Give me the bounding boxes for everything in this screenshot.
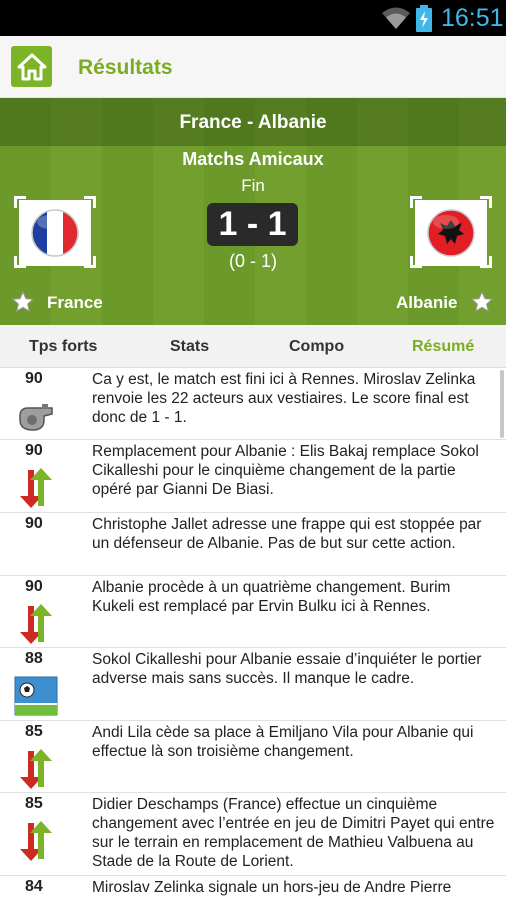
list-item[interactable]: 90 Ca y est, le match est fini ici à Ren… [0,368,506,440]
event-text: Andi Lila cède sa place à Emiljano Vila … [92,724,474,760]
clock: 16:51 [441,4,504,32]
event-text: Christophe Jallet adresse une frappe qui… [92,516,482,552]
away-team-name[interactable]: Albanie [396,293,457,313]
event-minute: 85 [25,723,43,740]
match-title: France - Albanie [179,112,327,133]
list-item[interactable]: 88 Sokol Cikalleshi pour Albanie essaie … [0,648,506,721]
event-minute: 90 [25,578,43,595]
tab-stats[interactable]: Stats [170,338,209,356]
home-button[interactable] [11,46,52,87]
event-text: Didier Deschamps (France) effectue un ci… [92,796,495,870]
event-minute: 90 [25,370,43,387]
page-title: Résultats [78,56,173,79]
list-item[interactable]: 85 Didier Deschamps (France) effectue un… [0,793,506,876]
event-minute: 90 [25,442,43,459]
event-text: Ca y est, le match est fini ici à Rennes… [92,371,476,426]
whistle-icon [19,404,53,431]
home-icon [17,53,46,80]
app-bar: Résultats [0,36,506,98]
event-text: Sokol Cikalleshi pour Albanie essaie d’i… [92,651,482,687]
match-header: France - Albanie Matchs Amicaux Fin 1 - … [0,98,506,325]
albania-flag-icon [427,209,475,257]
substitution-icon [20,821,52,861]
list-item[interactable]: 84 Miroslav Zelinka signale un hors-jeu … [0,876,506,900]
substitution-icon [20,604,52,644]
event-minute: 85 [25,795,43,812]
substitution-icon [20,749,52,789]
substitution-icon [20,468,52,508]
list-item[interactable]: 90 Christophe Jallet adresse une frappe … [0,513,506,576]
list-item[interactable]: 90 Remplacement pour Albanie : Elis Baka… [0,440,506,513]
home-team-flag[interactable] [14,196,96,268]
event-text: Remplacement pour Albanie : Elis Bakaj r… [92,443,479,498]
tab-resume[interactable]: Résumé [412,338,474,356]
score: 1 - 1 [207,203,298,246]
shot-icon [14,676,58,716]
event-minute: 88 [25,650,43,667]
scrollbar[interactable] [500,370,504,438]
wifi-icon [382,7,410,29]
favorite-star-icon[interactable] [11,290,35,314]
event-minute: 90 [25,515,43,532]
list-item[interactable]: 85 Andi Lila cède sa place à Emiljano Vi… [0,721,506,793]
away-team-flag[interactable] [410,196,492,268]
commentary-feed[interactable]: 90 Ca y est, le match est fini ici à Ren… [0,368,506,900]
list-item[interactable]: 90 Albanie procède à un quatrième change… [0,576,506,648]
battery-charging-icon [416,5,432,32]
tab-bar: Tps forts Stats Compo Résumé [0,325,506,368]
status-bar: 16:51 [0,0,506,36]
competition-name: Matchs Amicaux [182,149,324,169]
event-text: Albanie procède à un quatrième changemen… [92,579,451,615]
event-minute: 84 [25,878,43,895]
france-flag-icon [31,209,79,257]
home-team-name[interactable]: France [47,293,103,313]
tab-compo[interactable]: Compo [289,338,344,356]
event-text: Miroslav Zelinka signale un hors-jeu de … [92,879,452,896]
favorite-star-icon[interactable] [470,290,494,314]
match-status: Fin [241,176,265,195]
tab-tps-forts[interactable]: Tps forts [29,338,97,356]
